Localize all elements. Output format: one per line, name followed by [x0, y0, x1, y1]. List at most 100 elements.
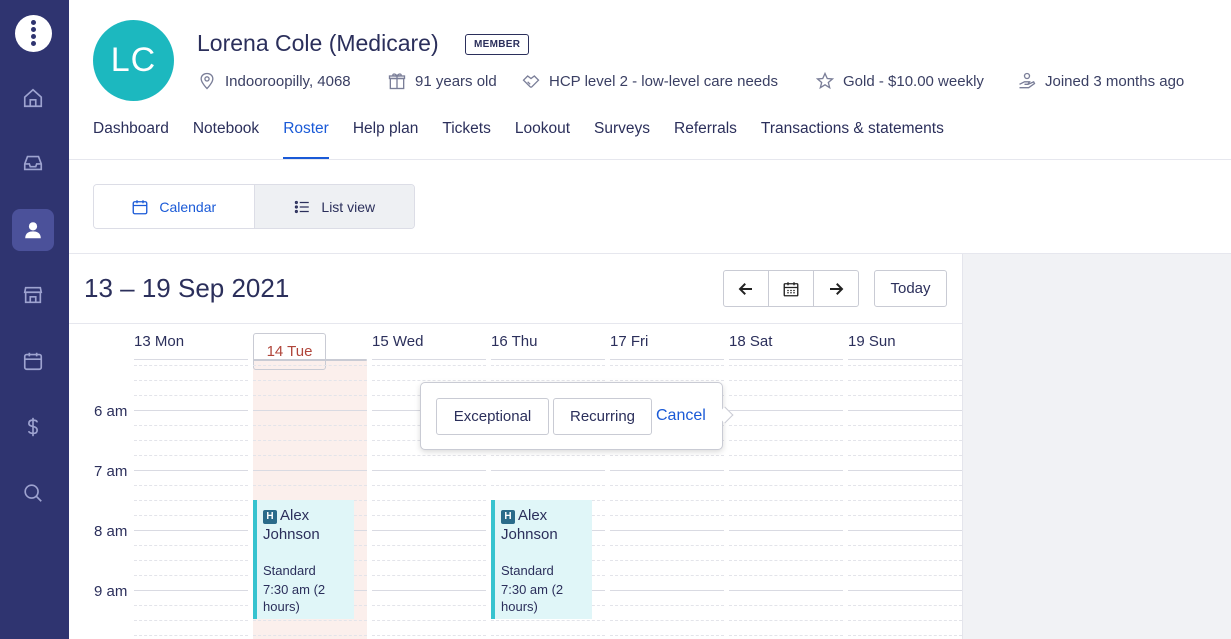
- time-slot[interactable]: [372, 485, 486, 486]
- time-slot[interactable]: [848, 515, 962, 516]
- time-slot[interactable]: [134, 410, 248, 411]
- time-slot[interactable]: [848, 605, 962, 606]
- next-week-button[interactable]: [813, 271, 858, 306]
- time-slot[interactable]: [848, 575, 962, 576]
- day-header-sat[interactable]: 18 Sat: [729, 333, 772, 350]
- time-slot[interactable]: [729, 425, 843, 426]
- time-slot[interactable]: [372, 365, 486, 366]
- time-slot[interactable]: [848, 545, 962, 546]
- time-slot[interactable]: [491, 485, 605, 486]
- time-slot[interactable]: [610, 590, 724, 591]
- tab-notebook[interactable]: Notebook: [193, 120, 259, 159]
- time-slot[interactable]: [729, 500, 843, 501]
- today-button[interactable]: Today: [874, 270, 947, 307]
- time-slot[interactable]: [848, 470, 962, 471]
- sidebar-item-clients[interactable]: [12, 209, 54, 251]
- time-slot[interactable]: [610, 575, 724, 576]
- exceptional-button[interactable]: Exceptional: [436, 398, 549, 435]
- time-slot[interactable]: [372, 380, 486, 381]
- time-slot[interactable]: [134, 500, 248, 501]
- time-slot[interactable]: [610, 485, 724, 486]
- time-slot[interactable]: [610, 515, 724, 516]
- time-slot[interactable]: [134, 575, 248, 576]
- time-slot[interactable]: [134, 485, 248, 486]
- time-slot[interactable]: [848, 440, 962, 441]
- calendar-view-button[interactable]: Calendar: [94, 185, 254, 228]
- time-slot[interactable]: [134, 425, 248, 426]
- time-slot[interactable]: [729, 545, 843, 546]
- sidebar-item-search[interactable]: [12, 472, 54, 514]
- time-slot[interactable]: [491, 365, 605, 366]
- sidebar-item-finance[interactable]: [12, 406, 54, 448]
- time-slot[interactable]: [491, 380, 605, 381]
- time-slot[interactable]: [729, 380, 843, 381]
- time-slot[interactable]: [848, 485, 962, 486]
- time-slot[interactable]: [729, 470, 843, 471]
- time-slot[interactable]: [610, 530, 724, 531]
- time-slot[interactable]: [253, 410, 367, 411]
- time-slot[interactable]: [729, 530, 843, 531]
- time-slot[interactable]: [491, 470, 605, 471]
- time-slot[interactable]: [253, 395, 367, 396]
- tab-surveys[interactable]: Surveys: [594, 120, 650, 159]
- time-slot[interactable]: [610, 560, 724, 561]
- day-header-wed[interactable]: 15 Wed: [372, 333, 423, 350]
- time-slot[interactable]: [729, 590, 843, 591]
- sidebar-item-store[interactable]: [12, 274, 54, 316]
- time-slot[interactable]: [134, 590, 248, 591]
- time-slot[interactable]: [848, 425, 962, 426]
- sidebar-item-calendar[interactable]: [12, 340, 54, 382]
- sidebar-item-inbox[interactable]: [12, 142, 54, 184]
- time-slot[interactable]: [729, 395, 843, 396]
- time-slot[interactable]: [729, 575, 843, 576]
- time-slot[interactable]: [253, 470, 367, 471]
- shift-event[interactable]: H Alex Johnson Standard 7:30 am (2 hours): [253, 500, 354, 619]
- time-slot[interactable]: [253, 440, 367, 441]
- time-slot[interactable]: [134, 515, 248, 516]
- time-slot[interactable]: [729, 635, 843, 636]
- time-slot[interactable]: [610, 500, 724, 501]
- time-slot[interactable]: [848, 365, 962, 366]
- time-slot[interactable]: [610, 620, 724, 621]
- day-header-fri[interactable]: 17 Fri: [610, 333, 648, 350]
- time-slot[interactable]: [729, 455, 843, 456]
- time-slot[interactable]: [253, 365, 367, 366]
- tab-lookout[interactable]: Lookout: [515, 120, 570, 159]
- time-slot[interactable]: [134, 395, 248, 396]
- time-slot[interactable]: [729, 485, 843, 486]
- tab-help-plan[interactable]: Help plan: [353, 120, 419, 159]
- time-slot[interactable]: [610, 605, 724, 606]
- time-slot[interactable]: [610, 380, 724, 381]
- time-slot[interactable]: [372, 605, 486, 606]
- time-slot[interactable]: [610, 470, 724, 471]
- time-slot[interactable]: [253, 635, 367, 636]
- time-slot[interactable]: [729, 560, 843, 561]
- time-slot[interactable]: [848, 620, 962, 621]
- time-slot[interactable]: [491, 620, 605, 621]
- day-header-mon[interactable]: 13 Mon: [134, 333, 184, 350]
- time-slot[interactable]: [372, 545, 486, 546]
- time-slot[interactable]: [848, 455, 962, 456]
- time-slot[interactable]: [848, 500, 962, 501]
- time-slot[interactable]: [491, 455, 605, 456]
- time-slot[interactable]: [848, 590, 962, 591]
- time-slot[interactable]: [729, 515, 843, 516]
- time-slot[interactable]: [134, 530, 248, 531]
- tab-tickets[interactable]: Tickets: [442, 120, 491, 159]
- time-slot[interactable]: [848, 530, 962, 531]
- time-slot[interactable]: [610, 365, 724, 366]
- sidebar-item-home[interactable]: [12, 77, 54, 119]
- time-slot[interactable]: [848, 560, 962, 561]
- time-slot[interactable]: [372, 575, 486, 576]
- time-slot[interactable]: [253, 425, 367, 426]
- app-logo[interactable]: [15, 15, 52, 52]
- time-slot[interactable]: [610, 545, 724, 546]
- time-slot[interactable]: [491, 635, 605, 636]
- shift-event[interactable]: H Alex Johnson Standard 7:30 am (2 hours): [491, 500, 592, 619]
- time-slot[interactable]: [134, 365, 248, 366]
- tab-dashboard[interactable]: Dashboard: [93, 120, 169, 159]
- time-slot[interactable]: [372, 515, 486, 516]
- time-slot[interactable]: [848, 410, 962, 411]
- time-slot[interactable]: [372, 500, 486, 501]
- time-slot[interactable]: [729, 605, 843, 606]
